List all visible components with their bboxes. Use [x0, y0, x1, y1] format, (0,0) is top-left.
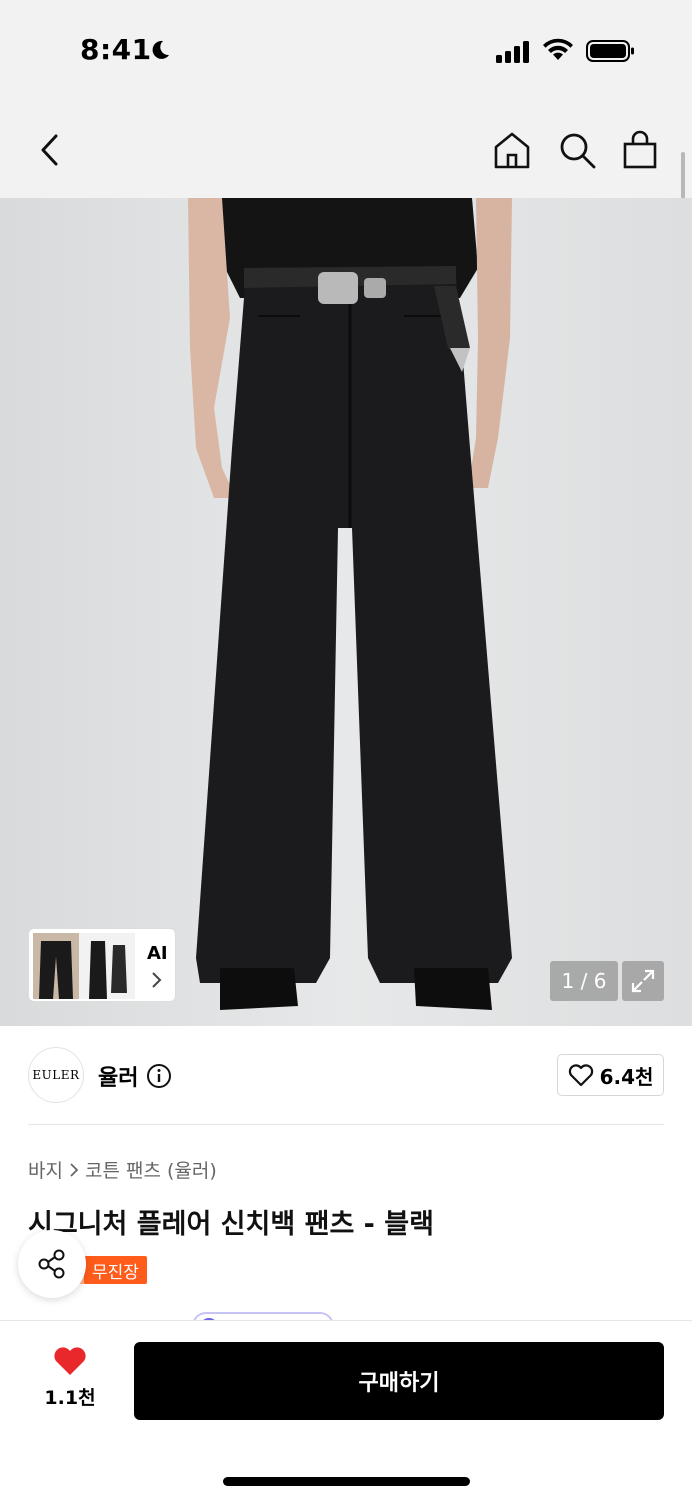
wishlist-button[interactable]: 1.1천	[30, 1345, 110, 1417]
brand-like-count: 6.4천	[599, 1064, 654, 1089]
top-nav-bar	[0, 100, 692, 198]
musinsa-badge: 무진장	[84, 1256, 147, 1284]
expand-icon	[631, 969, 655, 993]
product-title: 시그니처 플레어 신치백 팬츠 - 블랙	[28, 1209, 434, 1240]
brand-logo-text: EULER	[32, 1068, 80, 1082]
breadcrumb-subcategory[interactable]: 코튼 팬츠 (율러)	[85, 1156, 217, 1183]
search-icon	[560, 133, 596, 169]
share-button[interactable]	[18, 1230, 86, 1298]
status-bar: 8:41	[0, 0, 692, 100]
home-icon	[494, 132, 530, 169]
ai-similar-thumbnail[interactable]: AI	[28, 928, 176, 1002]
chevron-right-icon	[152, 972, 162, 988]
cellular-signal-icon	[496, 41, 529, 63]
brand-name[interactable]: 율러	[98, 1060, 138, 1092]
battery-icon	[586, 40, 634, 62]
chevron-left-icon	[41, 134, 58, 166]
breadcrumb-category[interactable]: 바지	[28, 1156, 63, 1183]
divider	[28, 1124, 664, 1125]
share-icon	[38, 1249, 65, 1279]
product-image[interactable]: AI 1 / 6	[0, 198, 692, 1026]
info-icon[interactable]	[146, 1063, 172, 1089]
breadcrumb: 바지 코튼 팬츠 (율러)	[28, 1156, 217, 1183]
shopping-bag-icon	[623, 130, 657, 169]
buy-button[interactable]: 구매하기	[134, 1342, 664, 1420]
cart-button[interactable]	[616, 126, 664, 174]
home-indicator	[223, 1477, 470, 1486]
status-time: 8:41	[80, 33, 152, 66]
ai-label: AI	[147, 943, 168, 964]
expand-image-button[interactable]	[622, 961, 664, 1001]
heart-filled-icon	[54, 1347, 86, 1375]
bottom-action-bar: 1.1천 구매하기	[0, 1320, 692, 1500]
brand-logo[interactable]: EULER	[28, 1047, 84, 1103]
image-page-counter: 1 / 6	[550, 961, 618, 1001]
heart-outline-icon	[568, 1064, 593, 1087]
chevron-right-icon	[70, 1162, 79, 1177]
brand-like-button[interactable]: 6.4천	[557, 1054, 664, 1096]
back-button[interactable]	[28, 128, 72, 172]
moon-icon	[152, 40, 169, 59]
thumbnail-image	[33, 933, 135, 999]
wishlist-count: 1.1천	[44, 1387, 96, 1409]
product-photo	[0, 198, 692, 1026]
wifi-icon	[543, 38, 573, 60]
home-button[interactable]	[488, 126, 536, 174]
search-button[interactable]	[553, 126, 601, 174]
